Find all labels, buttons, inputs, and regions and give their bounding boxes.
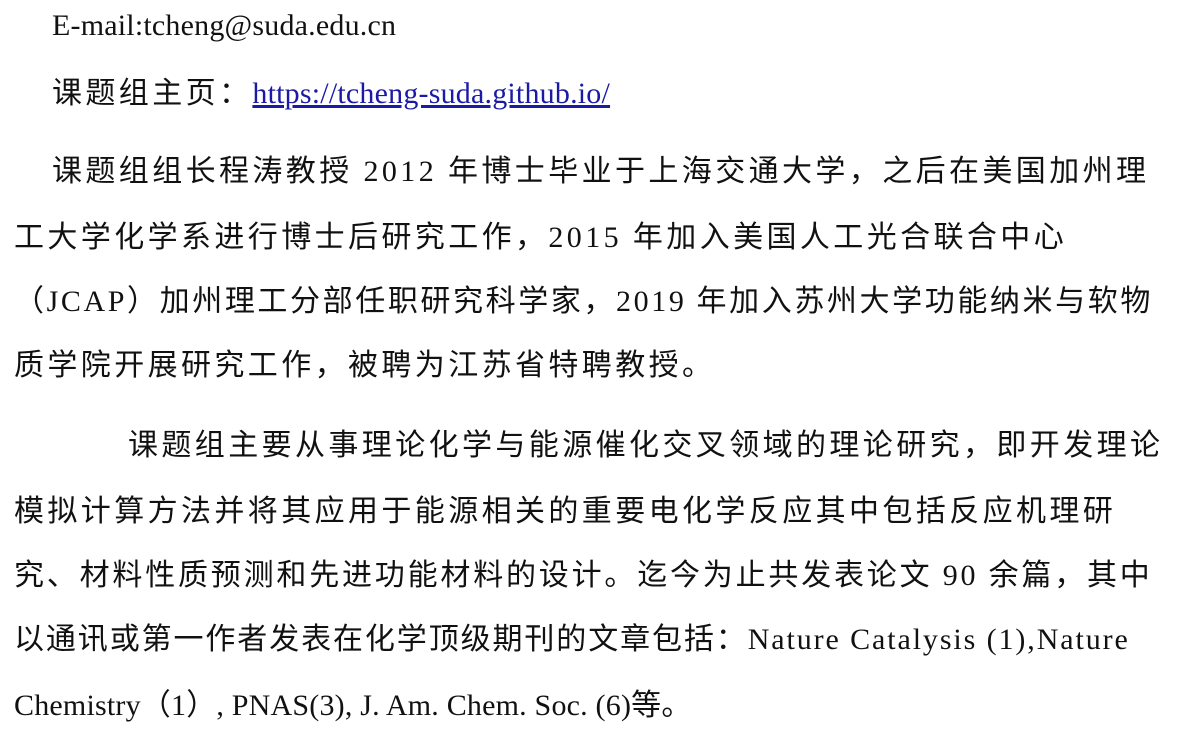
- research-line: 以通讯或第一作者发表在化学顶级期刊的文章包括：Nature Catalysis …: [14, 623, 1130, 656]
- email-line: E-mail:tcheng@suda.edu.cn: [52, 9, 397, 42]
- bio-line: 工大学化学系进行博士后研究工作，2015 年加入美国人工光合联合中心: [14, 221, 1068, 254]
- research-line: 究、材料性质预测和先进功能材料的设计。迄今为止共发表论文 90 余篇，其中: [14, 559, 1153, 592]
- homepage-label: 课题组主页：: [52, 77, 253, 110]
- research-line: 课题组主要从事理论化学与能源催化交叉领域的理论研究，即开发理论: [128, 429, 1164, 462]
- research-line: 模拟计算方法并将其应用于能源相关的重要电化学反应其中包括反应机理研: [14, 495, 1117, 528]
- research-line: Chemistry（1）, PNAS(3), J. Am. Chem. Soc.…: [14, 689, 692, 722]
- bio-line: （JCAP）加州理工分部任职研究科学家，2019 年加入苏州大学功能纳米与软物: [14, 285, 1153, 318]
- bio-line: 质学院开展研究工作，被聘为江苏省特聘教授。: [14, 349, 716, 382]
- homepage-link[interactable]: https://tcheng-suda.github.io/: [252, 77, 610, 110]
- homepage-line: 课题组主页：https://tcheng-suda.github.io/: [52, 74, 610, 114]
- bio-line: 课题组组长程涛教授 2012 年博士毕业于上海交通大学，之后在美国加州理: [52, 155, 1150, 188]
